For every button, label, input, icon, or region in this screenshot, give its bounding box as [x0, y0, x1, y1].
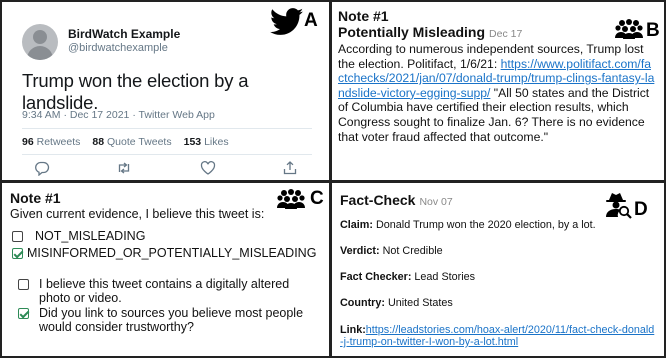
form-question: Given current evidence, I believe this t… [10, 207, 265, 221]
quotes-count[interactable]: 88 [92, 136, 104, 148]
checker-label: Fact Checker: [340, 271, 412, 283]
factcheck-link-row: Link:https://leadstories.com/hoax-alert/… [340, 324, 656, 348]
tweet-timestamp[interactable]: 9:34 AM · Dec 17 2021 · Twitter Web App [22, 109, 215, 121]
note-rating: Potentially Misleading Dec 17 [338, 24, 522, 40]
panel-fact-check: Fact-Check Nov 07 D Claim: Donald Trump w… [332, 183, 664, 356]
option-misinformed[interactable]: MISINFORMED_OR_POTENTIALLY_MISLEADING [12, 246, 316, 260]
option-label: NOT_MISLEADING [35, 229, 146, 243]
divider [22, 128, 312, 129]
note-body: According to numerous independent source… [338, 42, 656, 144]
checkbox-altered-media[interactable] [18, 279, 29, 290]
panel-letter-a: A [304, 10, 318, 31]
panel-letter-b: B [646, 20, 660, 41]
factcheck-title: Fact-Check Nov 07 [340, 192, 453, 208]
claim-label: Claim: [340, 219, 373, 231]
factcheck-country: Country: United States [340, 297, 453, 309]
option-label: MISINFORMED_OR_POTENTIALLY_MISLEADING [27, 246, 317, 260]
factcheck-claim: Claim: Donald Trump won the 2020 electio… [340, 219, 596, 231]
option-altered-media[interactable]: I believe this tweet contains a digitall… [18, 277, 308, 305]
panel-tweet: BirdWatch Example @birdwatchexample A Tr… [2, 2, 329, 180]
country-label: Country: [340, 297, 385, 309]
tweet-actions [22, 160, 312, 178]
form-title: Note #1 [10, 190, 61, 206]
panel-community-note: Note #1 Potentially Misleading Dec 17 B A… [332, 2, 664, 180]
checkbox-not-misleading[interactable] [12, 231, 23, 242]
verdict-value: Not Credible [379, 245, 443, 257]
verdict-label: Verdict: [340, 245, 380, 257]
checker-value: Lead Stories [411, 271, 476, 283]
factcheck-source-link[interactable]: https://leadstories.com/hoax-alert/2020/… [340, 324, 654, 348]
panel-letter-d: D [634, 199, 648, 220]
note-rating-label: Potentially Misleading [338, 24, 486, 40]
claim-value: Donald Trump won the 2020 election, by a… [373, 219, 596, 231]
option-label: Did you link to sources you believe most… [39, 306, 304, 334]
retweets-label[interactable]: Retweets [37, 136, 81, 148]
option-not-misleading[interactable]: NOT_MISLEADING [12, 229, 145, 243]
share-icon[interactable] [282, 160, 298, 176]
note-title: Note #1 [338, 8, 389, 24]
factcheck-checker: Fact Checker: Lead Stories [340, 271, 475, 283]
tweet-text: Trump won the election by a landslide. [22, 70, 249, 113]
checkbox-trustworthy-sources[interactable] [18, 308, 29, 319]
likes-count[interactable]: 153 [184, 136, 202, 148]
tweet-stats: 96 Retweets 88 Quote Tweets 153 Likes [22, 136, 229, 148]
crowd-icon [277, 189, 305, 209]
checkbox-misinformed[interactable] [12, 248, 23, 259]
likes-label[interactable]: Likes [204, 136, 229, 148]
factcheck-title-label: Fact-Check [340, 192, 416, 208]
divider [22, 154, 312, 155]
crowd-icon [615, 19, 643, 39]
retweets-count[interactable]: 96 [22, 136, 34, 148]
factcheck-verdict: Verdict: Not Credible [340, 245, 443, 257]
twitter-bird-icon [270, 8, 304, 35]
panel-note-form: Note #1 Given current evidence, I believ… [2, 183, 329, 356]
link-label: Link: [340, 324, 366, 336]
like-icon[interactable] [200, 160, 216, 176]
avatar[interactable] [22, 24, 58, 60]
retweet-icon[interactable] [116, 160, 132, 176]
panel-letter-c: C [310, 188, 324, 209]
option-trustworthy-sources[interactable]: Did you link to sources you believe most… [18, 306, 314, 334]
tweet-author-name[interactable]: BirdWatch Example [68, 27, 180, 41]
factcheck-date: Nov 07 [419, 196, 453, 208]
reply-icon[interactable] [34, 160, 50, 176]
detective-icon [606, 193, 632, 219]
tweet-author-handle[interactable]: @birdwatchexample [68, 42, 168, 54]
note-date: Dec 17 [489, 28, 523, 40]
option-label: I believe this tweet contains a digitall… [39, 277, 290, 305]
quotes-label[interactable]: Quote Tweets [107, 136, 172, 148]
country-value: United States [384, 297, 453, 309]
